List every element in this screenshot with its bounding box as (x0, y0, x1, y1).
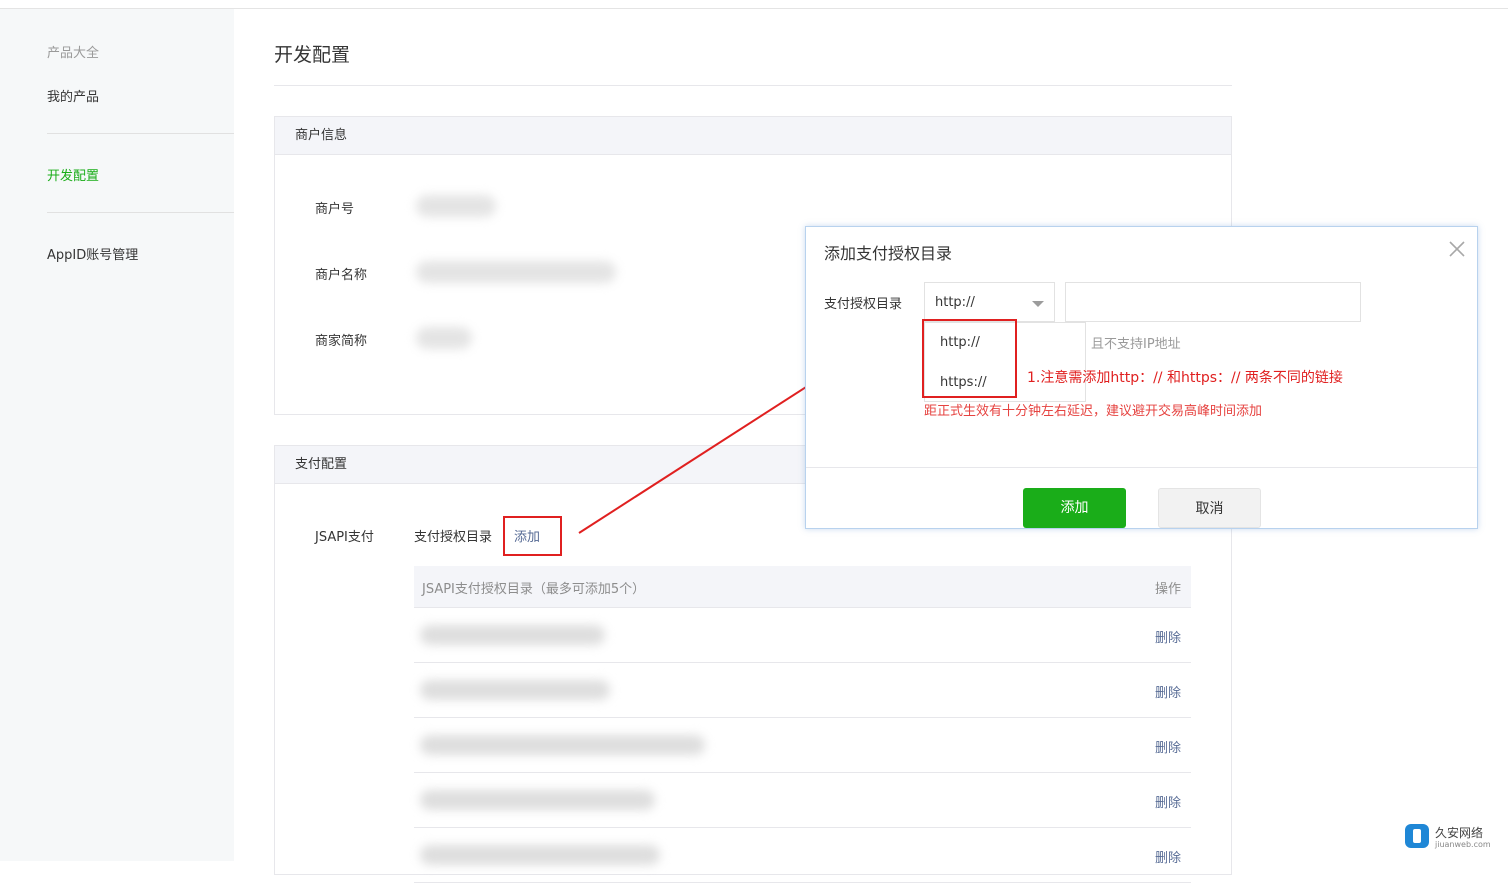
auth-dir-input[interactable] (1065, 282, 1361, 322)
delete-link[interactable]: 删除 (1155, 737, 1181, 756)
annotation-box-add-link (503, 516, 562, 556)
watermark-name: 久安网络 (1435, 826, 1484, 840)
table-row: 删除 (414, 773, 1191, 828)
table-row: 删除 (414, 718, 1191, 773)
merchant-name-label: 商户名称 (315, 268, 368, 283)
col-operation: 操作 (1154, 582, 1181, 597)
sidebar-item-dev-config[interactable]: 开发配置 (47, 165, 99, 184)
sidebar-group-title: 产品大全 (47, 46, 100, 61)
cancel-button[interactable]: 取消 (1158, 488, 1261, 528)
close-icon[interactable] (1447, 239, 1467, 259)
dir-value-blurred (420, 790, 655, 810)
watermark-logo-icon (1405, 824, 1429, 848)
page-title: 开发配置 (274, 44, 351, 66)
dialog-field-label: 支付授权目录 (824, 297, 903, 312)
confirm-add-button[interactable]: 添加 (1023, 488, 1126, 528)
delete-link[interactable]: 删除 (1155, 792, 1181, 811)
chevron-down-icon (1032, 301, 1044, 307)
delay-warning-text: 距正式生效有十分钟左右延迟，建议避开交易高峰时间添加 (924, 404, 1263, 419)
sidebar-item-my-products[interactable]: 我的产品 (47, 86, 99, 105)
table-row: 删除 (414, 828, 1191, 883)
delete-link[interactable]: 删除 (1155, 627, 1181, 646)
merchant-short-name-value-blurred (416, 327, 472, 349)
jsapi-pay-label: JSAPI支付 (315, 530, 374, 545)
title-divider (274, 85, 1232, 86)
merchant-info-header: 商户信息 (275, 117, 1231, 155)
dialog-title: 添加支付授权目录 (824, 244, 953, 263)
sidebar-divider (47, 133, 234, 134)
protocol-selected-value: http:// (935, 295, 975, 310)
dir-value-blurred (420, 680, 610, 700)
watermark-domain: jiuanweb.com (1435, 840, 1491, 849)
protocol-select[interactable]: http:// (924, 282, 1055, 322)
sidebar-divider (47, 212, 234, 213)
dialog-footer-divider (806, 467, 1477, 468)
dir-value-blurred (420, 735, 705, 755)
dir-value-blurred (420, 845, 660, 865)
watermark: 久安网络 jiuanweb.com (1405, 824, 1505, 854)
add-auth-dir-dialog: 添加支付授权目录 支付授权目录 http:// http:// https://… (805, 226, 1478, 529)
dir-value-blurred (420, 625, 605, 645)
annotation-box-protocol-options (922, 319, 1017, 398)
merchant-id-label: 商户号 (315, 202, 355, 217)
merchant-id-value-blurred (416, 195, 496, 217)
delete-link[interactable]: 删除 (1155, 682, 1181, 701)
annotation-note: 1.注意需添加http：// 和https：// 两条不同的链接 (1027, 370, 1343, 386)
auth-dir-label: 支付授权目录 (414, 530, 493, 545)
delete-link[interactable]: 删除 (1155, 847, 1181, 866)
ip-tip-text: 且不支持IP地址 (1091, 337, 1181, 352)
table-row: 删除 (414, 663, 1191, 718)
sidebar-item-appid-management[interactable]: AppID账号管理 (47, 244, 138, 263)
sidebar (0, 9, 234, 861)
table-row: 删除 (414, 608, 1191, 663)
col-auth-dir: JSAPI支付授权目录（最多可添加5个） (422, 582, 646, 597)
auth-dir-table-header: JSAPI支付授权目录（最多可添加5个） 操作 (414, 566, 1191, 608)
merchant-short-name-label: 商家简称 (315, 334, 368, 349)
merchant-name-value-blurred (416, 261, 616, 283)
